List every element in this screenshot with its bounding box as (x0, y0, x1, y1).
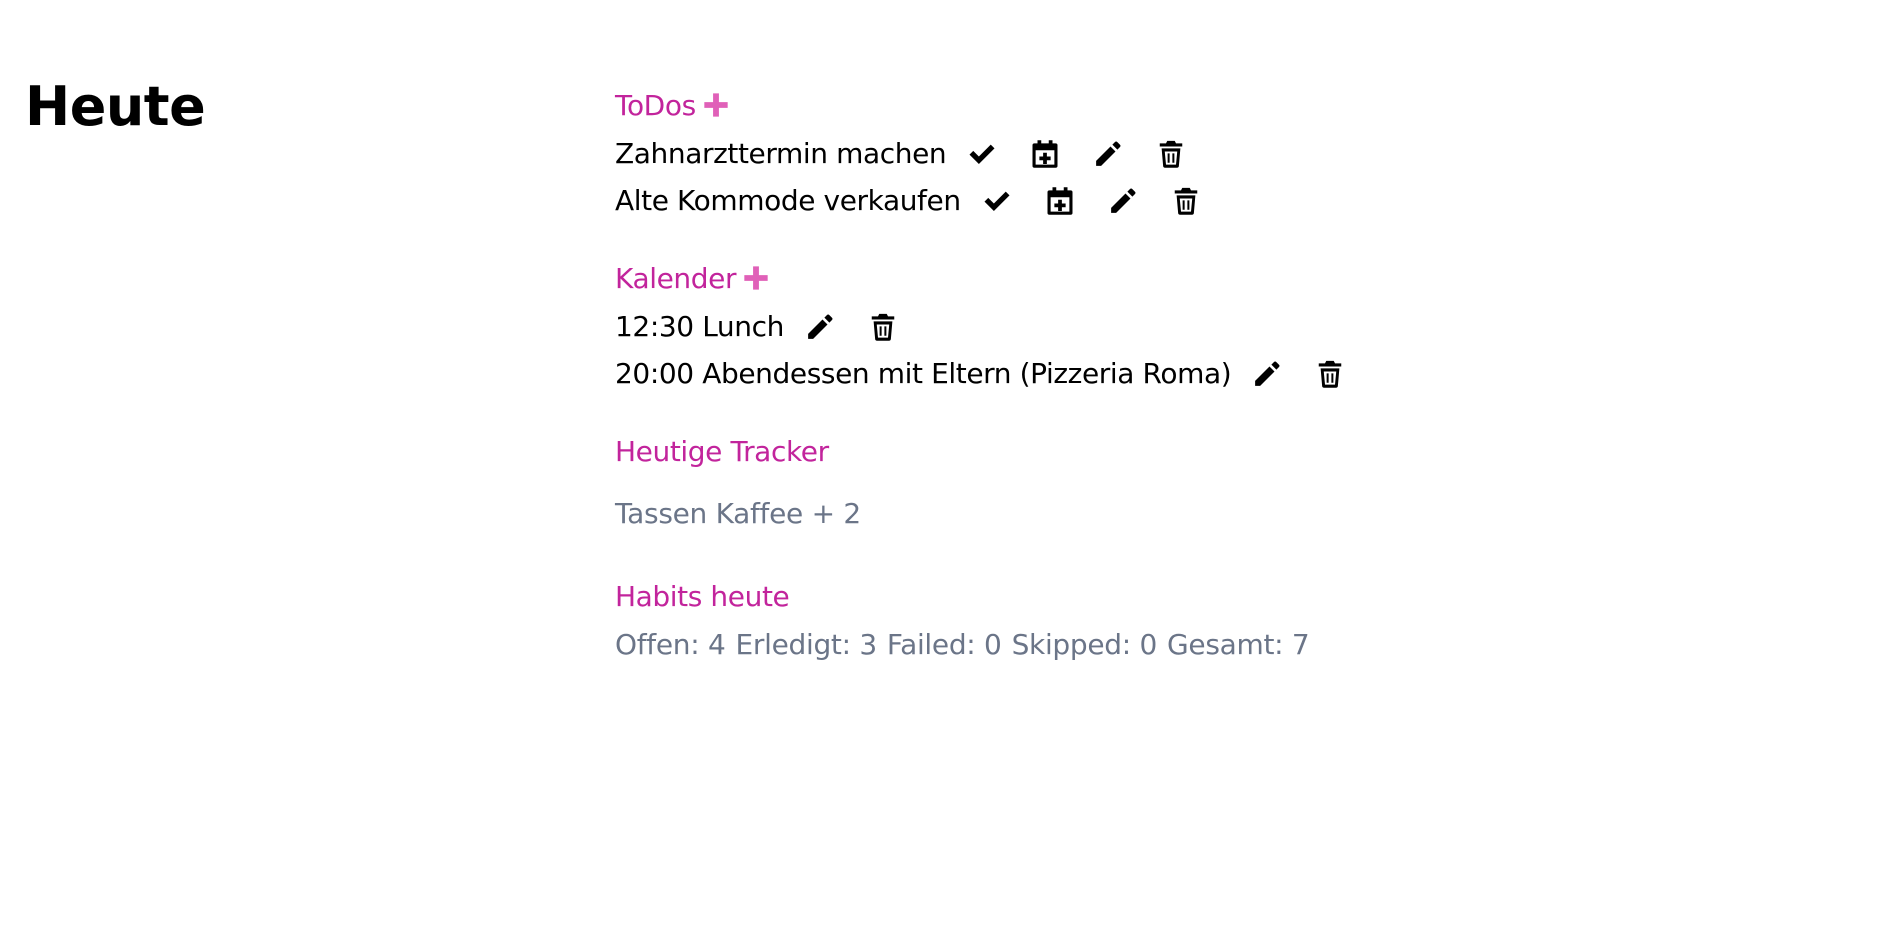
plus-icon (704, 93, 728, 117)
edit-event-button[interactable] (804, 311, 836, 343)
habit-stat-open: Offen: 4 (615, 628, 726, 661)
event-actions (1251, 358, 1377, 390)
habits-heading: Habits heute (615, 571, 1715, 621)
calendar-heading-label: Kalender (615, 261, 737, 295)
todos-section: ToDos Zahnarzttermin machen Alte Kommode… (615, 80, 1715, 224)
trackers-heading: Heutige Tracker (615, 426, 1715, 476)
add-event-button[interactable] (742, 264, 770, 292)
trash-icon (1160, 140, 1183, 168)
trash-icon (1319, 360, 1342, 388)
calendar-heading: Kalender (615, 253, 1715, 303)
todo-label: Alte Kommode verkaufen (615, 184, 961, 217)
todo-label: Zahnarzttermin machen (615, 137, 947, 170)
todos-heading-label: ToDos (615, 88, 696, 122)
habit-stat-done: Erledigt: 3 (735, 628, 877, 661)
todo-actions (981, 185, 1233, 217)
complete-todo-button[interactable] (981, 185, 1013, 217)
checkmark-icon (969, 144, 995, 164)
habit-stat-total: Gesamt: 7 (1167, 628, 1310, 661)
trackers-heading-label: Heutige Tracker (615, 434, 829, 468)
tracker-item: Tassen Kaffee + 2 (615, 490, 1715, 537)
delete-todo-button[interactable] (1155, 138, 1187, 170)
todo-item: Alte Kommode verkaufen (615, 177, 1715, 224)
event-actions (804, 311, 930, 343)
todo-item: Zahnarzttermin machen (615, 130, 1715, 177)
todos-heading: ToDos (615, 80, 1715, 130)
edit-event-button[interactable] (1251, 358, 1283, 390)
habit-stat-skipped: Skipped: 0 (1011, 628, 1158, 661)
calendar-event: 12:30 Lunch (615, 303, 1715, 350)
delete-todo-button[interactable] (1170, 185, 1202, 217)
pencil-icon (808, 314, 833, 339)
habit-stat-failed: Failed: 0 (886, 628, 1002, 661)
pencil-icon (1110, 188, 1136, 213)
pencil-icon (1096, 141, 1121, 166)
trash-icon (871, 313, 895, 341)
edit-todo-button[interactable] (1107, 185, 1139, 217)
delete-event-button[interactable] (867, 311, 899, 343)
calendar-section: Kalender 12:30 Lunch 20:00 Abendessen mi… (615, 253, 1715, 397)
habits-heading-label: Habits heute (615, 579, 790, 613)
main-content: ToDos Zahnarzttermin machen Alte Kommode… (615, 80, 1715, 668)
schedule-todo-button[interactable] (1044, 185, 1076, 217)
event-label: 12:30 Lunch (615, 310, 784, 343)
event-label: 20:00 Abendessen mit Eltern (Pizzeria Ro… (615, 357, 1232, 390)
pencil-icon (1255, 361, 1280, 386)
habits-section: Habits heute Offen: 4 Erledigt: 3 Failed… (615, 571, 1715, 668)
plus-icon (744, 266, 768, 290)
schedule-todo-button[interactable] (1029, 138, 1061, 170)
todo-actions (966, 138, 1218, 170)
delete-event-button[interactable] (1314, 358, 1346, 390)
calendar-plus-icon (1047, 186, 1073, 215)
calendar-event: 20:00 Abendessen mit Eltern (Pizzeria Ro… (615, 350, 1715, 397)
tracker-label: Tassen Kaffee + 2 (615, 497, 861, 530)
page-title: Heute (25, 75, 206, 138)
trackers-section: Heutige Tracker Tassen Kaffee + 2 (615, 426, 1715, 537)
add-todo-button[interactable] (702, 91, 730, 119)
checkmark-icon (984, 191, 1010, 211)
page: Heute ToDos Zahnarzttermin machen Alte K… (0, 0, 1891, 946)
complete-todo-button[interactable] (966, 138, 998, 170)
edit-todo-button[interactable] (1092, 138, 1124, 170)
calendar-plus-icon (1032, 139, 1058, 168)
trash-icon (1174, 187, 1197, 215)
habits-summary: Offen: 4 Erledigt: 3 Failed: 0 Skipped: … (615, 621, 1715, 668)
